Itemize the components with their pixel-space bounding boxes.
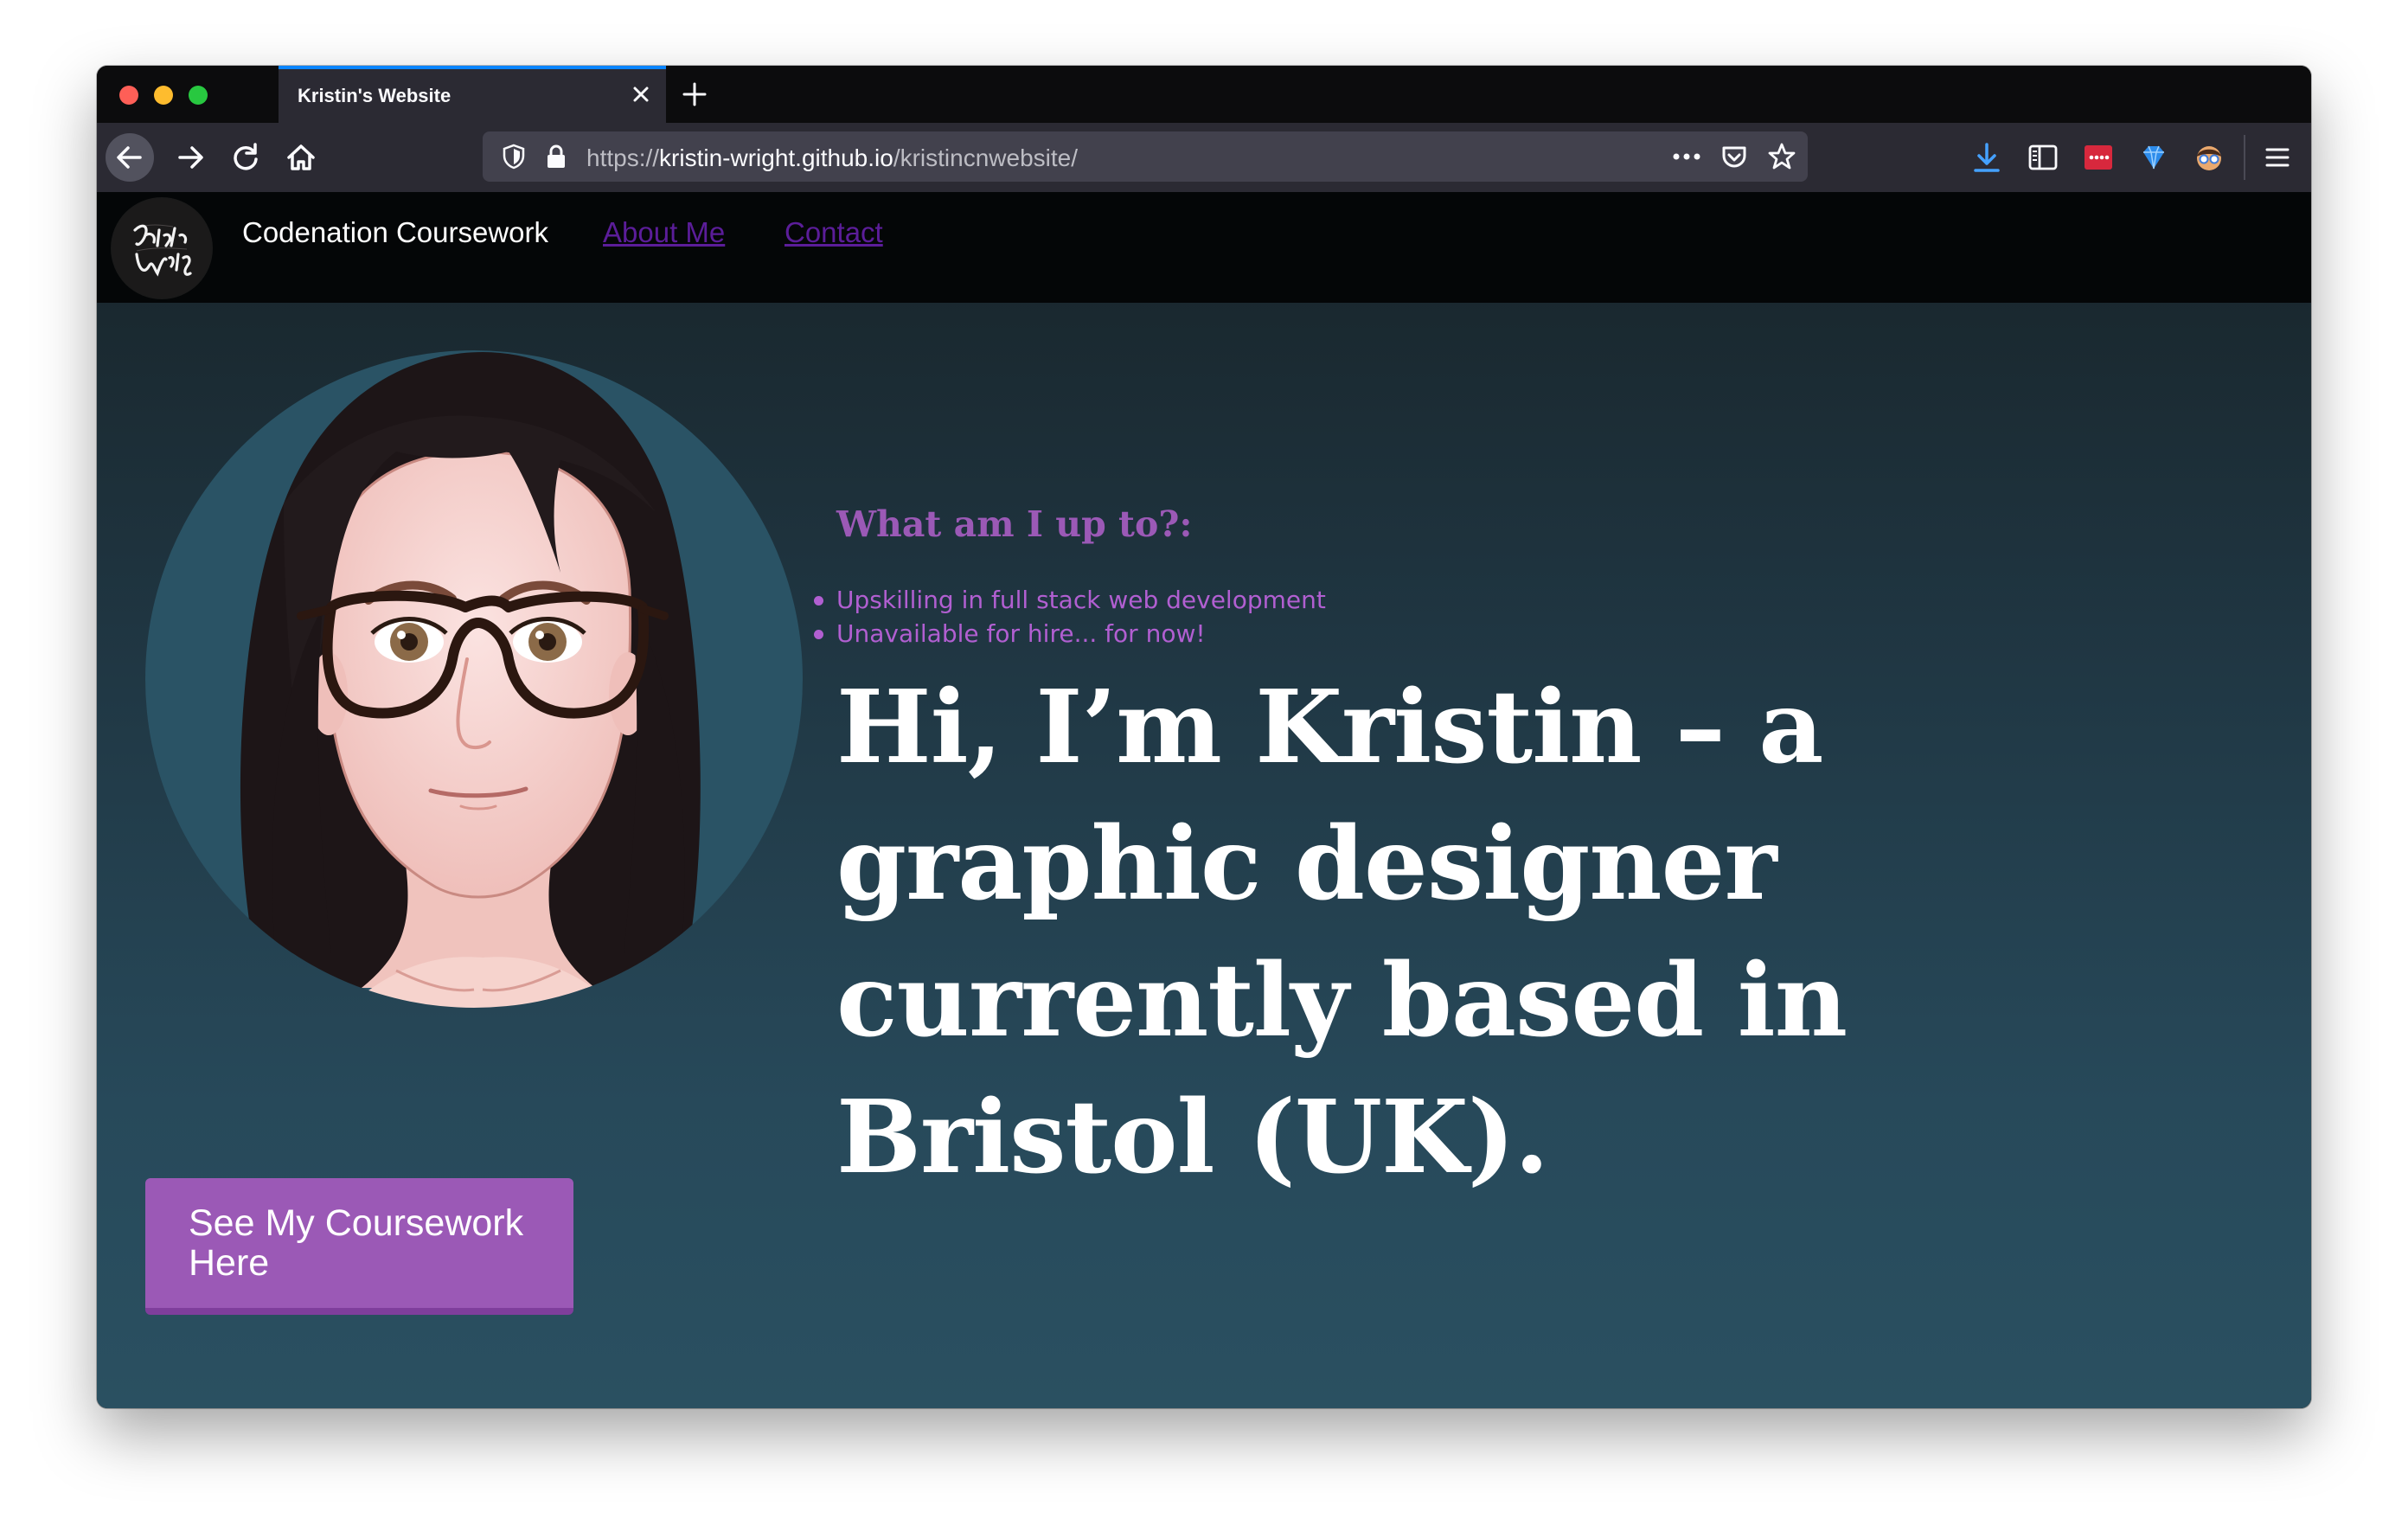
back-button[interactable] <box>106 133 154 182</box>
site-header: Codenation Coursework About Me Contact <box>97 192 2311 303</box>
tab-active[interactable]: Kristin's Website <box>279 66 666 123</box>
what-am-i-up-to-heading: What am I up to?: <box>836 503 1193 545</box>
tab-title: Kristin's Website <box>298 85 452 106</box>
up-to-list: Upskilling in full stack web development… <box>814 583 1326 650</box>
character-extension-icon[interactable] <box>2193 142 2225 173</box>
page-actions-ellipsis-icon[interactable] <box>1669 144 1704 170</box>
site-brand-title[interactable]: Codenation Coursework <box>242 216 548 249</box>
downloads-icon[interactable] <box>1972 142 2001 175</box>
close-tab-icon[interactable] <box>628 81 654 107</box>
site-logo[interactable] <box>111 197 213 299</box>
zoom-window-button[interactable] <box>189 86 208 105</box>
bookmark-star-icon[interactable] <box>1766 141 1797 172</box>
nav-link-contact[interactable]: Contact <box>785 216 883 249</box>
lock-icon[interactable] <box>543 143 569 170</box>
url-scheme: https:// <box>586 144 660 171</box>
navigation-toolbar: https://kristin-wright.github.io/kristin… <box>97 123 2311 192</box>
url-path: /kristincnwebsite/ <box>893 144 1079 171</box>
reload-button[interactable] <box>221 133 270 182</box>
hero-heading: Hi, I’m Kristin – a graphic designer cur… <box>836 669 1848 1196</box>
url-bar[interactable]: https://kristin-wright.github.io/kristin… <box>483 131 1808 182</box>
list-item: Unavailable for hire... for now! <box>814 617 1326 650</box>
tracking-protection-shield-icon[interactable] <box>500 143 528 170</box>
toolbar-separator <box>2244 135 2245 180</box>
url-text: https://kristin-wright.github.io/kristin… <box>586 144 1078 172</box>
back-arrow-icon <box>117 146 142 169</box>
home-button[interactable] <box>277 133 325 182</box>
sidebar-toggle-icon[interactable] <box>2027 144 2059 171</box>
close-window-button[interactable] <box>119 86 138 105</box>
kristin-wright-logo-icon <box>112 198 212 298</box>
url-host: kristin-wright.github.io <box>659 144 893 171</box>
tab-strip: Kristin's Website <box>97 66 2311 123</box>
page-viewport: Codenation Coursework About Me Contact W… <box>97 192 2311 1408</box>
home-icon <box>287 144 315 170</box>
new-tab-icon[interactable] <box>680 80 709 109</box>
password-manager-extension-icon[interactable] <box>2083 144 2114 171</box>
reload-icon <box>234 143 258 170</box>
pocket-icon[interactable] <box>1720 142 1749 171</box>
minimize-window-button[interactable] <box>154 86 173 105</box>
forward-button[interactable] <box>166 133 215 182</box>
avatar-illustration <box>145 350 803 1008</box>
list-item: Upskilling in full stack web development <box>814 583 1326 617</box>
forward-arrow-icon <box>178 146 203 169</box>
nav-link-about-me[interactable]: About Me <box>603 216 725 249</box>
gem-extension-icon[interactable] <box>2138 142 2169 173</box>
hamburger-menu-icon[interactable] <box>2263 144 2292 171</box>
see-coursework-button[interactable]: See My Coursework Here <box>145 1178 573 1315</box>
browser-window: Kristin's Website https://kristin-wright… <box>97 66 2311 1408</box>
